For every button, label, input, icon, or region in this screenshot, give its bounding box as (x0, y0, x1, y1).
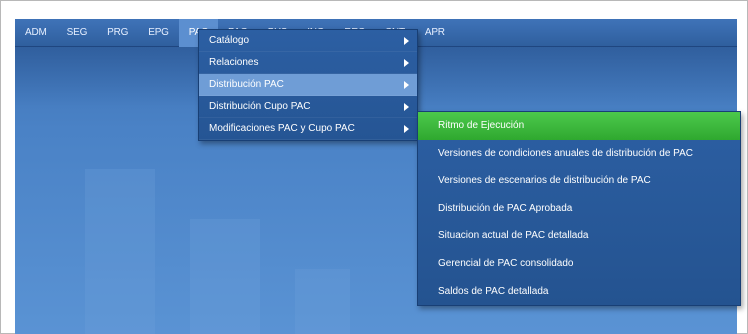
submenu-arrow-icon (404, 81, 409, 89)
menu-item-modificaciones-pac[interactable]: Modificaciones PAC y Cupo PAC (199, 118, 417, 140)
menu-item-distribucion-pac[interactable]: Distribución PAC (199, 74, 417, 96)
menu-item-distribucion-cupo-pac[interactable]: Distribución Cupo PAC (199, 96, 417, 118)
screenshot-frame: ADM SEG PRG EPG PAC PAG BYS ING REC CNT … (0, 0, 748, 334)
menu-item-label: Catálogo (209, 35, 250, 46)
menu-epg[interactable]: EPG (138, 19, 179, 47)
menu-item-label: Modificaciones PAC y Cupo PAC (209, 123, 355, 134)
submenu-arrow-icon (404, 37, 409, 45)
menu-item-relaciones[interactable]: Relaciones (199, 52, 417, 74)
submenu-item-saldos-detallada[interactable]: Saldos de PAC detallada (418, 278, 740, 306)
background-shape (85, 169, 155, 334)
pac-dropdown-menu: Catálogo Relaciones Distribución PAC Dis… (198, 29, 418, 141)
submenu-item-ritmo-de-ejecucion[interactable]: Ritmo de Ejecución (418, 112, 740, 140)
menu-apr[interactable]: APR (415, 19, 455, 47)
submenu-item-gerencial-consolidado[interactable]: Gerencial de PAC consolidado (418, 250, 740, 278)
menu-prg[interactable]: PRG (97, 19, 138, 47)
background-shape (190, 219, 260, 334)
menu-adm[interactable]: ADM (15, 19, 57, 47)
menu-item-label: Distribución PAC (209, 79, 284, 90)
background-shape (295, 269, 350, 334)
menu-item-label: Relaciones (209, 57, 259, 68)
submenu-item-situacion-actual[interactable]: Situacion actual de PAC detallada (418, 222, 740, 250)
submenu-item-versiones-condiciones[interactable]: Versiones de condiciones anuales de dist… (418, 140, 740, 168)
menu-item-catalogo[interactable]: Catálogo (199, 30, 417, 52)
menu-item-label: Distribución Cupo PAC (209, 101, 311, 112)
submenu-arrow-icon (404, 125, 409, 133)
menu-seg[interactable]: SEG (57, 19, 98, 47)
distribucion-pac-submenu: Ritmo de Ejecución Versiones de condicio… (417, 111, 741, 307)
submenu-arrow-icon (404, 59, 409, 67)
submenu-item-versiones-escenarios[interactable]: Versiones de escenarios de distribución … (418, 167, 740, 195)
submenu-arrow-icon (404, 103, 409, 111)
submenu-item-distribucion-aprobada[interactable]: Distribución de PAC Aprobada (418, 195, 740, 223)
